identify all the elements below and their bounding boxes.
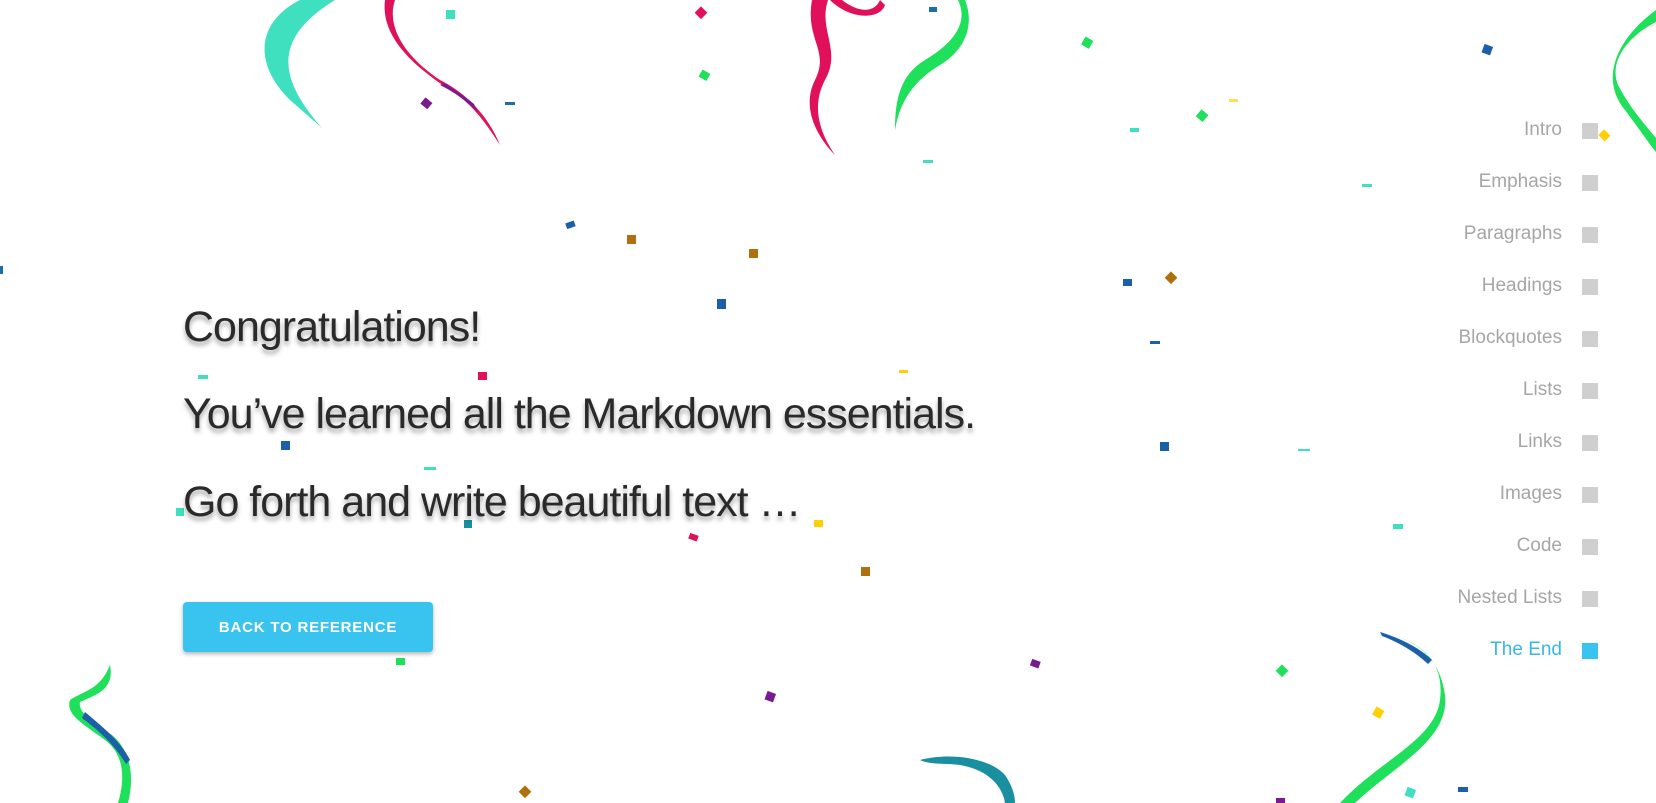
nav-item-nested-lists[interactable]: Nested Lists bbox=[1338, 585, 1598, 637]
nav-item-label: The End bbox=[1490, 639, 1562, 660]
nav-item-label: Paragraphs bbox=[1463, 223, 1562, 244]
nav-marker-icon bbox=[1582, 435, 1598, 451]
nav-marker-icon bbox=[1582, 227, 1598, 243]
nav-marker-icon bbox=[1582, 643, 1598, 659]
confetti-ribbon bbox=[69, 665, 132, 803]
nav-item-headings[interactable]: Headings bbox=[1338, 273, 1598, 325]
nav-item-images[interactable]: Images bbox=[1338, 481, 1598, 533]
nav-item-blockquotes[interactable]: Blockquotes bbox=[1338, 325, 1598, 377]
confetti-ribbon bbox=[384, 0, 500, 145]
confetti-ribbon bbox=[895, 0, 969, 130]
nav-marker-icon bbox=[1582, 123, 1598, 139]
nav-item-label: Headings bbox=[1481, 275, 1562, 296]
nav-item-label: Nested Lists bbox=[1457, 587, 1562, 608]
nav-marker-icon bbox=[1582, 279, 1598, 295]
nav-item-lists[interactable]: Lists bbox=[1338, 377, 1598, 429]
nav-item-label: Emphasis bbox=[1478, 171, 1562, 192]
nav-item-paragraphs[interactable]: Paragraphs bbox=[1338, 221, 1598, 273]
back-to-reference-button[interactable]: BACK TO REFERENCE bbox=[183, 602, 433, 652]
section-nav: Intro Emphasis Paragraphs Headings Block… bbox=[1338, 117, 1598, 689]
nav-item-label: Images bbox=[1499, 483, 1562, 504]
confetti-ribbon bbox=[920, 756, 1015, 803]
confetti-ribbon bbox=[1612, 10, 1656, 152]
confetti-ribbon bbox=[809, 0, 835, 155]
nav-marker-icon bbox=[1582, 591, 1598, 607]
nav-item-intro[interactable]: Intro bbox=[1338, 117, 1598, 169]
confetti-ribbon bbox=[440, 83, 478, 112]
confetti-ribbon bbox=[264, 0, 335, 128]
nav-marker-icon bbox=[1582, 175, 1598, 191]
nav-marker-icon bbox=[1582, 383, 1598, 399]
nav-item-label: Intro bbox=[1523, 119, 1562, 140]
nav-item-links[interactable]: Links bbox=[1338, 429, 1598, 481]
nav-marker-icon bbox=[1582, 331, 1598, 347]
nav-item-the-end[interactable]: The End bbox=[1338, 637, 1598, 689]
confetti-ribbon bbox=[82, 712, 130, 764]
nav-item-emphasis[interactable]: Emphasis bbox=[1338, 169, 1598, 221]
nav-item-label: Blockquotes bbox=[1458, 327, 1562, 348]
write-text-message: Go forth and write beautiful text … bbox=[183, 478, 801, 526]
nav-marker-icon bbox=[1582, 487, 1598, 503]
celebration-page: Congratulations! You’ve learned all the … bbox=[0, 0, 1656, 803]
nav-item-code[interactable]: Code bbox=[1338, 533, 1598, 585]
congratulations-heading: Congratulations! bbox=[183, 303, 481, 351]
essentials-message: You’ve learned all the Markdown essentia… bbox=[183, 390, 976, 438]
confetti-ribbon bbox=[830, 0, 885, 16]
nav-item-label: Links bbox=[1517, 431, 1562, 452]
nav-item-label: Lists bbox=[1522, 379, 1562, 400]
nav-item-label: Code bbox=[1516, 535, 1562, 556]
nav-marker-icon bbox=[1582, 539, 1598, 555]
